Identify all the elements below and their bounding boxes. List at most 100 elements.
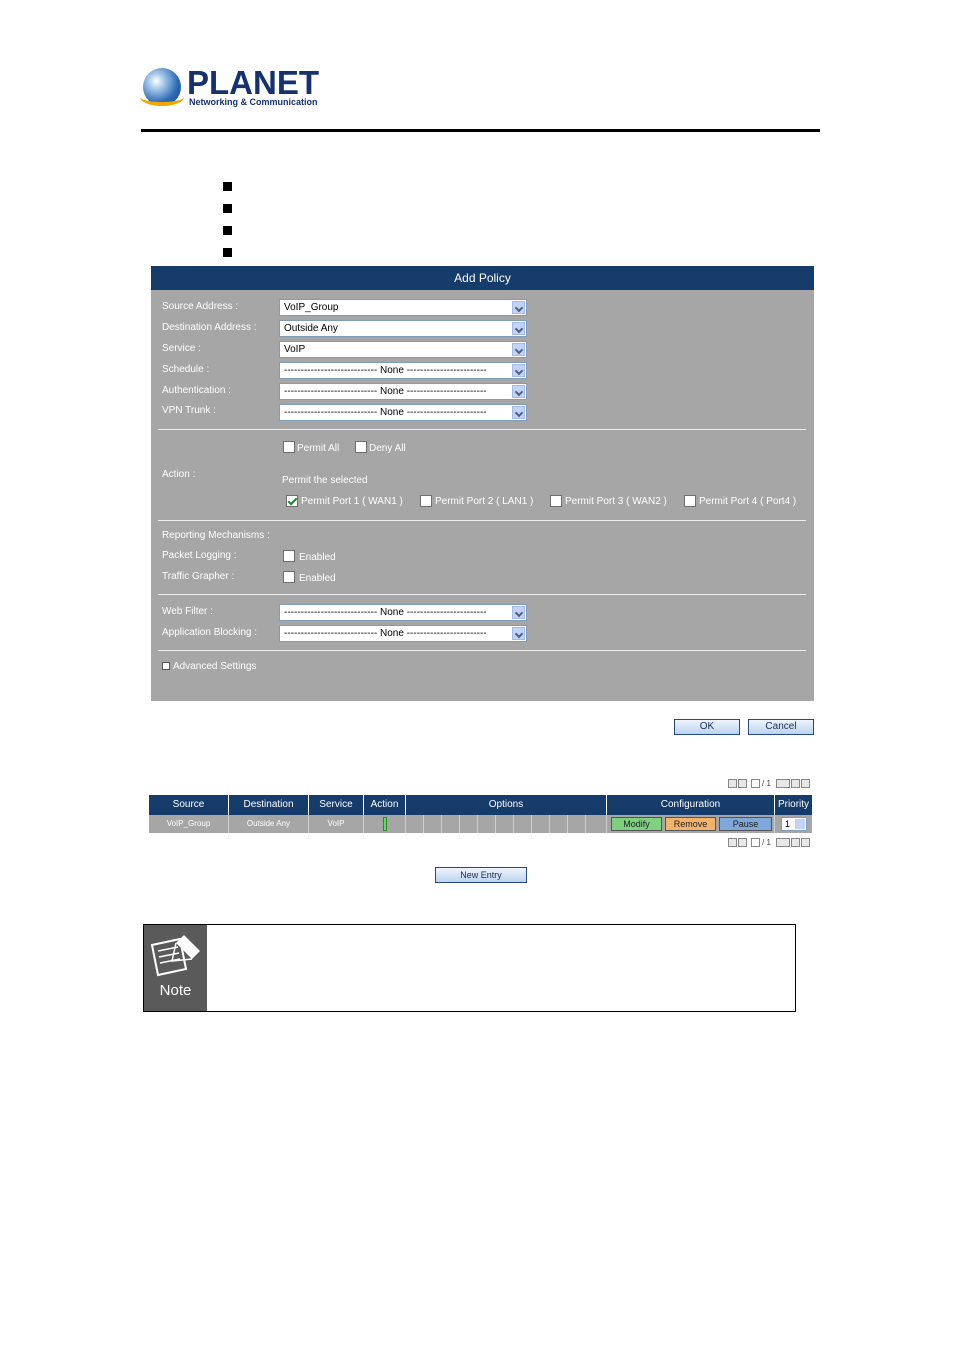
- option-cell: [424, 815, 442, 833]
- option-cell: [460, 815, 478, 833]
- option-cell: [568, 815, 586, 833]
- advanced-settings-link[interactable]: Advanced Settings: [173, 661, 256, 672]
- bullet-icon: [223, 182, 232, 191]
- prev-page-icon[interactable]: [738, 779, 747, 788]
- page-total: / 1: [762, 838, 771, 847]
- authentication-label: Authentication :: [162, 385, 231, 396]
- vpn-trunk-value: ---------------------------- None ------…: [284, 407, 487, 418]
- pager-bottom: / 1: [728, 838, 812, 848]
- packet-logging-checkbox[interactable]: [283, 550, 295, 562]
- schedule-select[interactable]: ---------------------------- None ------…: [279, 362, 527, 379]
- section-divider: [158, 520, 806, 521]
- logo-swoosh: [140, 88, 184, 106]
- destination-address-label: Destination Address :: [162, 322, 257, 333]
- vpn-trunk-label: VPN Trunk :: [162, 405, 216, 416]
- authentication-value: ---------------------------- None ------…: [284, 386, 487, 397]
- option-cell: [406, 815, 424, 833]
- permit-port2-checkbox[interactable]: [420, 495, 432, 507]
- chevron-down-icon: [512, 606, 525, 619]
- destination-address-value: Outside Any: [284, 323, 338, 334]
- col-destination: Destination: [229, 795, 309, 815]
- option-cell: [478, 815, 496, 833]
- permit-port1-checkbox[interactable]: [286, 495, 298, 507]
- go-page-icon[interactable]: [776, 838, 790, 847]
- note-label: Note: [159, 982, 192, 999]
- traffic-grapher-label: Traffic Grapher :: [162, 571, 235, 582]
- traffic-grapher-enabled: Enabled: [299, 573, 336, 584]
- deny-all-label: Deny All: [369, 443, 406, 454]
- bullet-icon: [223, 226, 232, 235]
- vpn-trunk-select[interactable]: ---------------------------- None ------…: [279, 404, 527, 421]
- col-action: Action: [364, 795, 406, 815]
- web-filter-select[interactable]: ---------------------------- None ------…: [279, 604, 527, 621]
- last-page-icon[interactable]: [801, 779, 810, 788]
- chevron-down-icon: [512, 364, 525, 377]
- chevron-down-icon: [512, 343, 525, 356]
- first-page-icon[interactable]: [728, 838, 737, 847]
- cancel-button[interactable]: Cancel: [748, 719, 814, 735]
- authentication-select[interactable]: ---------------------------- None ------…: [279, 383, 527, 400]
- application-blocking-select[interactable]: ---------------------------- None ------…: [279, 625, 527, 642]
- application-blocking-value: ---------------------------- None ------…: [284, 628, 487, 639]
- chevron-down-icon: [512, 301, 525, 314]
- remove-button[interactable]: Remove: [665, 817, 716, 831]
- section-divider: [158, 429, 806, 430]
- option-cell: [550, 815, 568, 833]
- next-page-icon[interactable]: [791, 779, 800, 788]
- permit-selected-label: Permit the selected: [282, 475, 368, 486]
- option-cell: [586, 815, 607, 833]
- col-options: Options: [406, 795, 607, 815]
- row-destination: Outside Any: [229, 815, 309, 833]
- note-box: [143, 924, 796, 1012]
- chevron-down-icon: [795, 819, 805, 829]
- destination-address-select[interactable]: Outside Any: [279, 320, 527, 337]
- web-filter-value: ---------------------------- None ------…: [284, 607, 487, 618]
- prev-page-icon[interactable]: [738, 838, 747, 847]
- permit-port4-checkbox[interactable]: [684, 495, 696, 507]
- last-page-icon[interactable]: [801, 838, 810, 847]
- modify-button[interactable]: Modify: [611, 817, 662, 831]
- chevron-down-icon: [512, 406, 525, 419]
- add-policy-title: Add Policy: [151, 266, 814, 290]
- chevron-down-icon: [512, 322, 525, 335]
- next-page-icon[interactable]: [791, 838, 800, 847]
- pause-button[interactable]: Pause: [719, 817, 772, 831]
- deny-all-checkbox[interactable]: [355, 441, 367, 453]
- bullet-icon: [223, 204, 232, 213]
- service-select[interactable]: VoIP: [279, 341, 527, 358]
- ok-button[interactable]: OK: [674, 719, 740, 735]
- schedule-value: ---------------------------- None ------…: [284, 365, 487, 376]
- service-value: VoIP: [284, 344, 306, 355]
- page-input[interactable]: [751, 779, 760, 788]
- header-divider: [141, 129, 820, 132]
- col-source: Source: [149, 795, 229, 815]
- col-priority: Priority: [775, 795, 812, 815]
- permit-all-label: Permit All: [297, 443, 340, 454]
- source-address-select[interactable]: VoIP_Group: [279, 299, 527, 316]
- application-blocking-label: Application Blocking :: [162, 627, 258, 638]
- priority-select[interactable]: 1: [781, 817, 807, 831]
- page-total: / 1: [762, 779, 771, 788]
- brand-tagline: Networking & Communication: [189, 97, 318, 107]
- page-input[interactable]: [751, 838, 760, 847]
- col-service: Service: [309, 795, 364, 815]
- packet-logging-label: Packet Logging :: [162, 550, 237, 561]
- reporting-label: Reporting Mechanisms :: [162, 530, 270, 541]
- permit-action-icon: [383, 817, 387, 831]
- option-cell: [496, 815, 514, 833]
- traffic-grapher-checkbox[interactable]: [283, 571, 295, 583]
- bullet-icon: [223, 248, 232, 257]
- service-label: Service :: [162, 343, 201, 354]
- expand-icon[interactable]: [162, 662, 170, 670]
- permit-all-checkbox[interactable]: [283, 441, 295, 453]
- section-divider: [158, 594, 806, 595]
- first-page-icon[interactable]: [728, 779, 737, 788]
- source-address-label: Source Address :: [162, 301, 239, 312]
- packet-logging-enabled: Enabled: [299, 552, 336, 563]
- permit-port3-checkbox[interactable]: [550, 495, 562, 507]
- new-entry-button[interactable]: New Entry: [435, 867, 527, 883]
- go-page-icon[interactable]: [776, 779, 790, 788]
- permit-port4-label: Permit Port 4 ( Port4 ): [699, 496, 797, 507]
- option-cell: [532, 815, 550, 833]
- pencil-paper-icon: [150, 935, 200, 977]
